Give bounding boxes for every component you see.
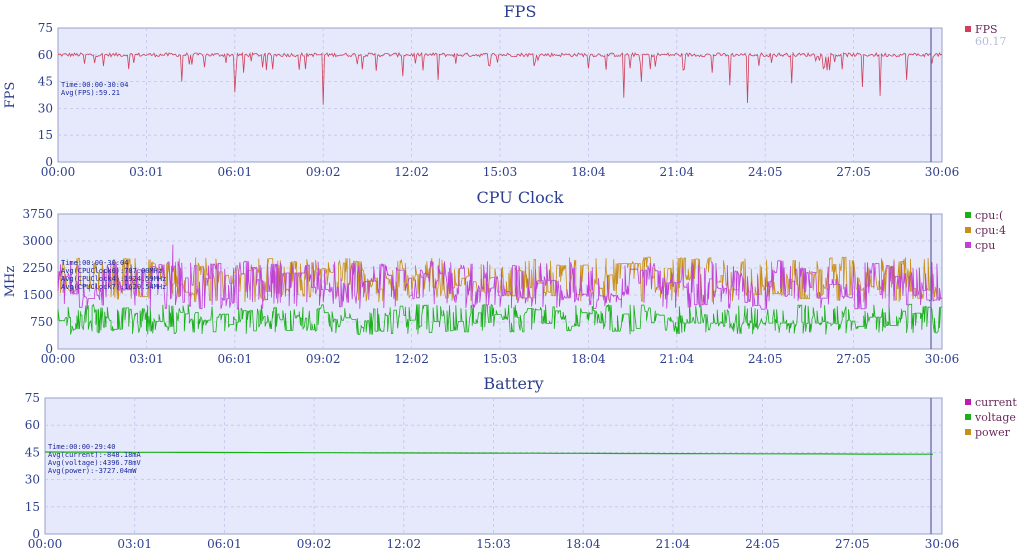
x-tick-label: 21:04: [656, 537, 691, 551]
legend-label: power: [975, 426, 1011, 439]
stats-annotation: Time:00:00-30:04: [61, 259, 128, 267]
x-tick-label: 30:06: [925, 165, 960, 179]
x-tick-label: 06:01: [207, 537, 242, 551]
x-tick-label: 15:03: [476, 537, 511, 551]
x-tick-label: 24:05: [748, 352, 783, 366]
legend-swatch: [965, 26, 971, 32]
x-tick-label: 09:02: [306, 352, 341, 366]
y-tick-label: 45: [38, 75, 53, 89]
stats-annotation: Avg(power):-3727.04mW: [48, 467, 137, 475]
legend-label: cpu:4: [975, 224, 1006, 237]
y-tick-label: 15: [25, 500, 40, 514]
x-tick-label: 30:06: [925, 352, 960, 366]
x-tick-label: 09:02: [297, 537, 332, 551]
x-tick-label: 30:06: [925, 537, 960, 551]
y-tick-label: 75: [38, 21, 53, 35]
y-axis-label: MHz: [3, 266, 18, 298]
y-tick-label: 0: [32, 527, 40, 541]
x-tick-label: 12:02: [394, 165, 429, 179]
chart-panel-battery: Battery00:00 03:01 06:01 09:02 12:02 15:03 18:…: [25, 374, 1018, 551]
stats-annotation: Avg(FPS):59.21: [61, 89, 120, 97]
y-tick-label: 3000: [22, 234, 53, 248]
legend-swatch: [965, 414, 971, 420]
stats-annotation: Time:00:00-30:04: [61, 81, 128, 89]
stats-annotation: Avg(CPUClock4):1924.59MHz: [61, 275, 166, 283]
y-tick-label: 3750: [22, 207, 53, 221]
stats-annotation: Avg(current):-848.18mA: [48, 451, 142, 459]
y-tick-label: 750: [30, 315, 53, 329]
x-tick-label: 12:02: [387, 537, 422, 551]
x-tick-label: 15:03: [483, 352, 518, 366]
legend-swatch: [965, 242, 971, 248]
chart-panel-cpu: CPU Clock00:00 03:01 06:01 09:02 12:02 15:03 1…: [3, 188, 1006, 366]
y-tick-label: 75: [25, 391, 40, 405]
y-axis-label: FPS: [3, 82, 18, 109]
x-tick-label: 03:01: [129, 352, 164, 366]
chart-title: Battery: [483, 374, 543, 393]
performance-charts: FPS00:00 03:01 06:01 09:02 12:02 15:03 18:04 21…: [3, 2, 1018, 551]
y-tick-label: 60: [38, 48, 53, 62]
legend-label: voltage: [974, 411, 1016, 424]
legend-value: 60.17: [975, 35, 1007, 48]
x-tick-label: 27:05: [836, 165, 871, 179]
stats-annotation: Avg(CPUClock0):787.00MHz: [61, 267, 162, 275]
y-tick-label: 2250: [22, 261, 53, 275]
legend-label: cpu: [975, 239, 995, 252]
y-tick-label: 30: [38, 101, 53, 115]
legend-swatch: [965, 227, 971, 233]
y-tick-label: 0: [45, 342, 53, 356]
legend-swatch: [965, 429, 971, 435]
x-tick-label: 27:05: [835, 537, 870, 551]
y-tick-label: 1500: [22, 288, 53, 302]
x-tick-label: 06:01: [218, 165, 253, 179]
stats-annotation: Time:00:00-29:40: [48, 443, 115, 451]
x-tick-label: 15:03: [483, 165, 518, 179]
chart-title: CPU Clock: [477, 188, 564, 207]
x-tick-label: 12:02: [394, 352, 429, 366]
x-tick-label: 09:02: [306, 165, 341, 179]
y-tick-label: 60: [25, 418, 40, 432]
x-tick-label: 18:04: [566, 537, 601, 551]
x-tick-label: 21:04: [660, 165, 695, 179]
y-tick-label: 30: [25, 473, 40, 487]
x-tick-label: 24:05: [748, 165, 783, 179]
stats-annotation: Avg(voltage):4396.78mV: [48, 459, 142, 467]
legend-swatch: [965, 399, 971, 405]
x-tick-label: 06:01: [218, 352, 253, 366]
x-tick-label: 24:05: [745, 537, 780, 551]
legend-label: current: [975, 396, 1017, 409]
legend-label: cpu:(: [975, 209, 1003, 222]
y-tick-label: 15: [38, 128, 53, 142]
x-tick-label: 03:01: [117, 537, 152, 551]
x-tick-label: 03:01: [129, 165, 164, 179]
y-tick-label: 45: [25, 445, 40, 459]
x-tick-label: 27:05: [836, 352, 871, 366]
stats-annotation: Avg(CPUClock7):1620.54MHz: [61, 283, 166, 291]
chart-title: FPS: [504, 2, 537, 21]
x-tick-label: 21:04: [660, 352, 695, 366]
x-tick-label: 18:04: [571, 352, 606, 366]
legend-swatch: [965, 212, 971, 218]
chart-panel-fps: FPS00:00 03:01 06:01 09:02 12:02 15:03 18:04 21…: [3, 2, 1007, 179]
x-tick-label: 18:04: [571, 165, 606, 179]
y-tick-label: 0: [45, 155, 53, 169]
